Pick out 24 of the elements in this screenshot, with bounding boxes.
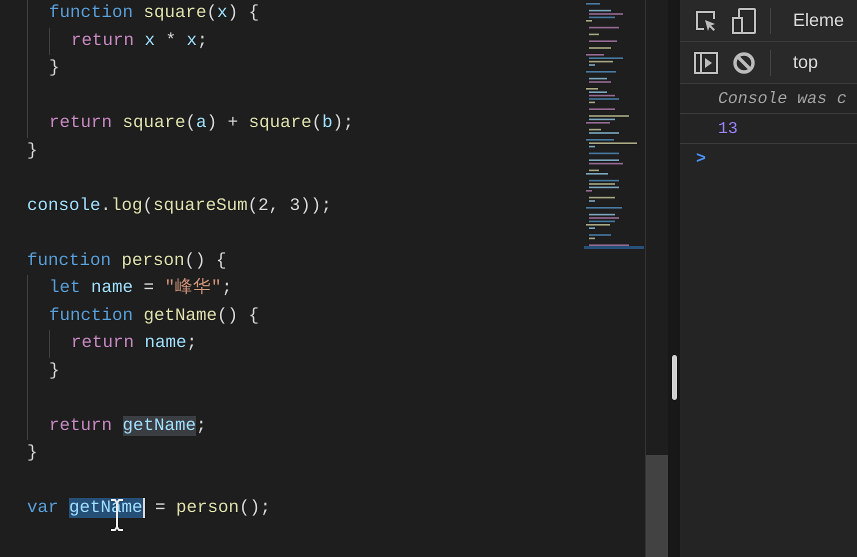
scrollbar-thumb[interactable] — [646, 455, 668, 557]
code-line: } — [49, 57, 61, 80]
code-line: function person() { — [27, 250, 228, 272]
code-line: } — [27, 140, 39, 162]
code-line: function square(x) { — [49, 2, 260, 25]
scroll-handle[interactable] — [672, 355, 676, 400]
code-line: return x * x; — [71, 30, 209, 52]
code-line: } — [27, 442, 39, 465]
console-result: 13 — [718, 119, 738, 138]
device-toolbar-icon[interactable] — [732, 8, 756, 34]
elements-tab[interactable]: Eleme — [793, 10, 844, 31]
code-line: console.log(squareSum(2, 3)); — [27, 194, 333, 218]
code-line: return getName; — [49, 414, 208, 438]
console-message: Console was c — [718, 89, 847, 108]
code-line: function getName() { — [49, 304, 260, 328]
code-line: return name; — [71, 332, 198, 355]
inspect-icon[interactable] — [694, 8, 718, 32]
code-line: let name = "峰华"; — [49, 276, 234, 300]
sidebar-toggle-icon[interactable] — [694, 50, 718, 74]
code-line: } — [49, 360, 61, 382]
context-selector[interactable]: top — [793, 52, 818, 73]
console-prompt[interactable]: > — [696, 149, 706, 168]
code-line: return square(a) + square(b); — [49, 112, 355, 135]
clear-console-icon[interactable] — [732, 50, 756, 74]
